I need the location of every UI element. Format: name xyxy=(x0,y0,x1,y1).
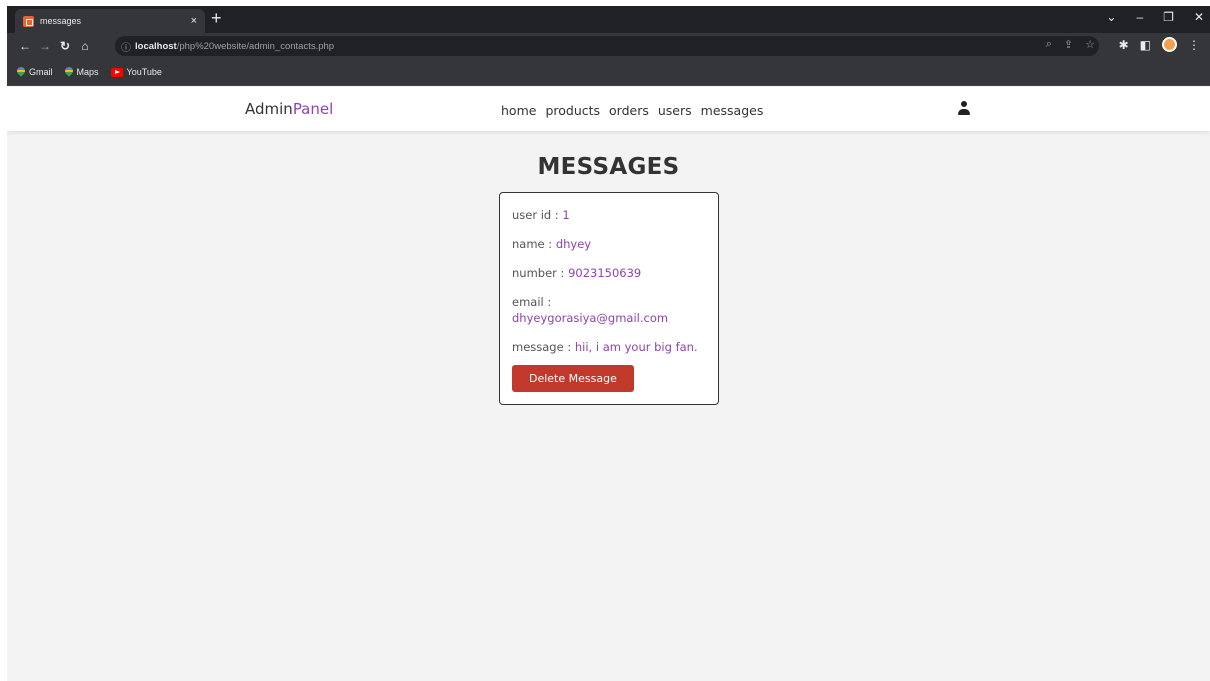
message-row: message : hii, i am your big fan. xyxy=(512,339,706,355)
bookmarks-bar: Gmail Maps YouTube xyxy=(7,59,1210,86)
page-content: AdminPanel home products orders users me… xyxy=(7,87,1210,681)
bookmark-label: Gmail xyxy=(29,67,53,77)
user-id-row: user id : 1 xyxy=(512,207,706,223)
url-path: /php%20website/admin_contacts.php xyxy=(176,40,335,52)
bookmark-star-icon[interactable]: ☆ xyxy=(1085,38,1095,51)
logo-main: Admin xyxy=(245,100,293,118)
bookmark-maps[interactable]: Maps xyxy=(65,67,99,77)
number-label: number : xyxy=(512,266,569,280)
close-tab-icon[interactable]: × xyxy=(191,15,197,27)
nav-users[interactable]: users xyxy=(658,103,692,118)
address-bar-actions: ⌕ ⇪ ☆ xyxy=(1046,38,1095,51)
user-id-label: user id : xyxy=(512,208,563,222)
forward-icon[interactable]: → xyxy=(35,39,55,53)
tab-search-icon[interactable]: ⌄ xyxy=(1106,10,1116,24)
name-value: dhyey xyxy=(555,237,592,251)
tab-strip: messages × + ⌄ – ❐ ✕ xyxy=(7,6,1210,33)
window-controls: ⌄ – ❐ ✕ xyxy=(1106,10,1204,24)
youtube-icon xyxy=(110,67,123,77)
message-value: hii, i am your big fan. xyxy=(574,340,698,354)
message-card: user id : 1 name : dhyey number : 902315… xyxy=(499,192,719,405)
new-tab-button[interactable]: + xyxy=(211,8,222,29)
logo-accent: Panel xyxy=(292,100,334,118)
restore-icon[interactable]: ❐ xyxy=(1163,10,1174,24)
menu-icon[interactable]: ⋮ xyxy=(1188,38,1200,52)
close-window-icon[interactable]: ✕ xyxy=(1194,10,1204,24)
minimize-icon[interactable]: – xyxy=(1136,10,1143,24)
message-label: message : xyxy=(512,340,575,354)
site-info-icon[interactable]: ⓘ xyxy=(121,39,135,54)
home-icon[interactable]: ⌂ xyxy=(75,39,95,53)
address-bar[interactable]: ⓘ localhost /php%20website/admin_contact… xyxy=(115,36,1099,56)
tab-title: messages xyxy=(40,16,82,26)
bookmark-label: YouTube xyxy=(126,67,162,77)
user-icon[interactable] xyxy=(958,101,970,117)
page-title: MESSAGES xyxy=(537,154,680,180)
maps-pin-icon xyxy=(65,67,73,77)
favicon-icon xyxy=(23,15,34,27)
delete-message-button[interactable]: Delete Message xyxy=(512,365,634,392)
zoom-icon[interactable]: ⌕ xyxy=(1046,38,1052,51)
email-row: email : dhyeygorasiya@gmail.com xyxy=(512,294,706,326)
bookmark-gmail[interactable]: Gmail xyxy=(17,67,53,77)
nav-messages[interactable]: messages xyxy=(701,103,764,118)
main-nav: home products orders users messages xyxy=(501,103,763,118)
browser-tab[interactable]: messages × xyxy=(15,9,205,33)
bookmark-youtube[interactable]: YouTube xyxy=(110,67,162,77)
reload-icon[interactable]: ↻ xyxy=(55,39,75,53)
profile-avatar[interactable] xyxy=(1162,37,1177,52)
site-header: AdminPanel home products orders users me… xyxy=(7,87,1210,131)
extensions-icon[interactable]: ✱ xyxy=(1119,38,1129,52)
name-label: name : xyxy=(512,237,556,251)
number-value: 9023150639 xyxy=(568,266,642,280)
email-value: dhyeygorasiya@gmail.com xyxy=(512,311,669,325)
maps-pin-icon xyxy=(17,67,25,77)
nav-orders[interactable]: orders xyxy=(609,103,649,118)
browser-window: messages × + ⌄ – ❐ ✕ ← → ↻ ⌂ ⓘ localhost… xyxy=(7,6,1210,681)
nav-home[interactable]: home xyxy=(501,103,536,118)
name-row: name : dhyey xyxy=(512,236,706,252)
url-host: localhost xyxy=(135,40,177,52)
bookmark-label: Maps xyxy=(76,67,99,77)
browser-toolbar: ← → ↻ ⌂ ⓘ localhost /php%20website/admin… xyxy=(7,33,1210,59)
back-icon[interactable]: ← xyxy=(15,39,35,53)
user-id-value: 1 xyxy=(562,208,570,222)
logo[interactable]: AdminPanel xyxy=(245,100,333,118)
share-icon[interactable]: ⇪ xyxy=(1064,38,1073,51)
toolbar-extensions: ✱ ◧ ⋮ xyxy=(1119,37,1200,52)
number-row: number : 9023150639 xyxy=(512,265,706,281)
nav-products[interactable]: products xyxy=(545,103,600,118)
side-panel-icon[interactable]: ◧ xyxy=(1140,38,1151,52)
email-label: email : xyxy=(512,295,552,309)
